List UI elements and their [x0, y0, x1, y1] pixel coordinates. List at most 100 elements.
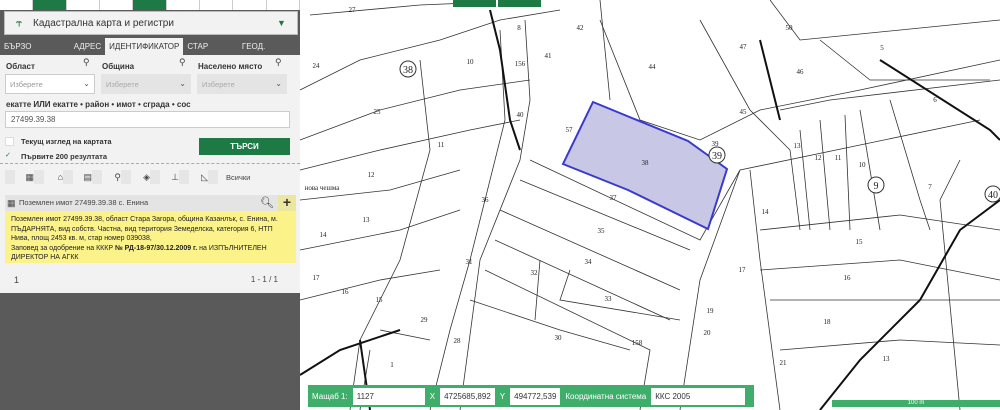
- parcel-number-label: 12: [368, 171, 376, 179]
- parcel-number-label: 24: [313, 62, 321, 70]
- building-icon[interactable]: ▤: [63, 170, 92, 184]
- parcel-number-label: 30: [555, 334, 563, 342]
- naseleno-select[interactable]: Изберете ⌄: [197, 74, 287, 94]
- parcel-number-label: 14: [762, 208, 770, 216]
- parcel-number-label: 25: [374, 108, 382, 116]
- layers-icon[interactable]: ◈: [121, 170, 150, 184]
- app-title: Кадастрална карта и регистри: [33, 17, 174, 29]
- parcel-number-label: 42: [577, 24, 585, 32]
- oblast-label: Област: [6, 62, 35, 71]
- parcel-number-label: 156: [515, 60, 526, 68]
- parcel-number-label: 1: [390, 361, 394, 369]
- current-view-checkbox[interactable]: [5, 137, 14, 146]
- parcel-number-label: 31: [466, 258, 474, 266]
- page-number[interactable]: 1: [14, 275, 19, 285]
- parcel-number-label: 19: [707, 307, 715, 315]
- chevron-down-icon: ⌄: [275, 79, 282, 88]
- map-pin-icon[interactable]: ⚲: [92, 170, 121, 184]
- parcel-number-label: 12: [815, 154, 823, 162]
- oblast-placeholder: Изберете: [10, 80, 43, 89]
- naseleno-label: Населено място: [198, 62, 263, 71]
- parcel-number-label: 34: [585, 258, 593, 266]
- parcel-number-label: 45: [740, 108, 748, 116]
- all-checkbox[interactable]: [208, 170, 222, 184]
- parcel-number-label: 13: [883, 355, 891, 363]
- parcel-number-label: 20: [704, 329, 712, 337]
- first-200-checkbox[interactable]: ✓: [5, 152, 14, 161]
- parcel-number-label: 14: [320, 231, 328, 239]
- x-coordinate[interactable]: 4725685,892: [440, 387, 495, 405]
- parcel-circle-label: 40: [988, 190, 998, 201]
- current-view-label: Текущ изглед на картата: [21, 137, 112, 146]
- parcel-number-label: нова чешма: [305, 184, 341, 192]
- parcel-number-label: 13: [794, 142, 802, 150]
- parcel-grid-icon: ▦: [7, 198, 16, 208]
- first-200-label: Първите 200 резултата: [21, 152, 108, 161]
- parcel-number-label: 50: [786, 24, 794, 32]
- result-count: 1 - 1 / 1: [250, 275, 278, 284]
- parcel-circle-label: 38: [403, 65, 413, 76]
- parcel-number-label: 6: [933, 96, 937, 104]
- parcel-number-label: 17: [313, 274, 321, 282]
- result-description: Поземлен имот 27499.39.38, област Стара …: [11, 216, 278, 242]
- parcel-number-label: 10: [467, 58, 475, 66]
- parcel-number-label: 27: [349, 6, 357, 14]
- result-header[interactable]: ▦ Поземлен имот 27499.39.38 с. Енина 🔍︎ …: [5, 195, 296, 211]
- survey-point-icon[interactable]: ⊥: [150, 170, 179, 184]
- tab-identifier[interactable]: ИДЕНТИФИКАТОР: [105, 38, 184, 55]
- map-pin-icon[interactable]: ⚲: [83, 57, 90, 68]
- parcel-number-label: 36: [482, 196, 490, 204]
- logo-icon: ⥾: [16, 17, 22, 29]
- coordinate-bar: Мащаб 1: 1127 X 4725685,892 Y 494772,539…: [308, 385, 755, 407]
- parcel-circle-label: 39: [712, 151, 722, 162]
- tab-old-identifier[interactable]: СТАР ИДЕНТ.: [183, 38, 238, 68]
- oblast-select[interactable]: Изберете ⌄: [5, 74, 95, 94]
- parcel-number-label: 16: [844, 274, 852, 282]
- parcel-grid-icon[interactable]: ▦: [5, 170, 34, 184]
- add-icon[interactable]: +: [278, 195, 296, 211]
- app-header[interactable]: ⥾ Кадастрална карта и регистри ▼: [4, 11, 298, 35]
- search-zoom-icon[interactable]: 🔍︎: [260, 195, 274, 211]
- parcel-number-label: 33: [605, 295, 613, 303]
- obshtina-select[interactable]: Изберете ⌄: [101, 74, 191, 94]
- parcel-number-label: 10: [859, 161, 867, 169]
- parcel-number-label: 8: [517, 24, 521, 32]
- filter-icons: ▦ ⌂ ▤ ⚲ ◈ ⊥ ◺ Всички: [5, 170, 250, 184]
- y-coordinate[interactable]: 494772,539: [510, 387, 561, 405]
- polygon-icon[interactable]: ◺: [179, 170, 208, 184]
- identifier-input[interactable]: 27499.39.38: [5, 111, 290, 128]
- search-button[interactable]: ТЪРСИ: [199, 138, 290, 155]
- naseleno-placeholder: Изберете: [202, 80, 235, 89]
- crs-select[interactable]: ККС 2005: [651, 387, 746, 405]
- tab-quick-search[interactable]: БЪРЗО ТЪРСЕНЕ: [0, 38, 70, 68]
- x-label: X: [429, 391, 436, 401]
- parcel-number-label: 18: [824, 318, 832, 326]
- map-top-tabs[interactable]: [453, 0, 543, 7]
- map-pin-icon[interactable]: ⚲: [275, 57, 282, 68]
- map-pin-icon[interactable]: ⚲: [179, 57, 186, 68]
- chevron-down-icon[interactable]: ▼: [277, 18, 297, 28]
- parcel-number-label: 46: [797, 68, 805, 76]
- panel-top-tabs[interactable]: [0, 0, 300, 10]
- crs-label: Координатна система: [565, 391, 647, 401]
- results: ▦ Поземлен имот 27499.39.38 с. Енина 🔍︎ …: [0, 193, 300, 293]
- parcel-number-label: 5: [880, 44, 884, 52]
- tab-address[interactable]: АДРЕС: [70, 38, 105, 55]
- parcel-number-label: 13: [363, 216, 371, 224]
- identifier-form: Област ⚲ Изберете ⌄ Община ⚲ Изберете ⌄ На…: [0, 55, 300, 193]
- tab-geodetic-base[interactable]: ГЕОД. ОСНОВА: [238, 38, 300, 68]
- parcel-number-label: 21: [780, 359, 788, 367]
- scale-input[interactable]: 1127: [352, 387, 425, 405]
- search-panel: ⥾ Кадастрална карта и регистри ▼ БЪРЗО Т…: [0, 0, 300, 410]
- parcel-number-label: 16: [342, 288, 350, 296]
- parcel-number-label: 47: [740, 43, 748, 51]
- parcel-number-label: 17: [739, 266, 747, 274]
- chevron-down-icon: ⌄: [83, 79, 90, 88]
- home-icon[interactable]: ⌂: [34, 170, 63, 184]
- parcel-number-label: 15: [376, 296, 384, 304]
- parcel-number-label: 37: [610, 194, 618, 202]
- y-label: Y: [499, 391, 506, 401]
- scale-label: Мащаб 1:: [312, 391, 348, 401]
- result-title: Поземлен имот 27499.39.38 с. Енина: [19, 198, 149, 207]
- order-label: Заповед за одобрение на КККР: [11, 244, 115, 252]
